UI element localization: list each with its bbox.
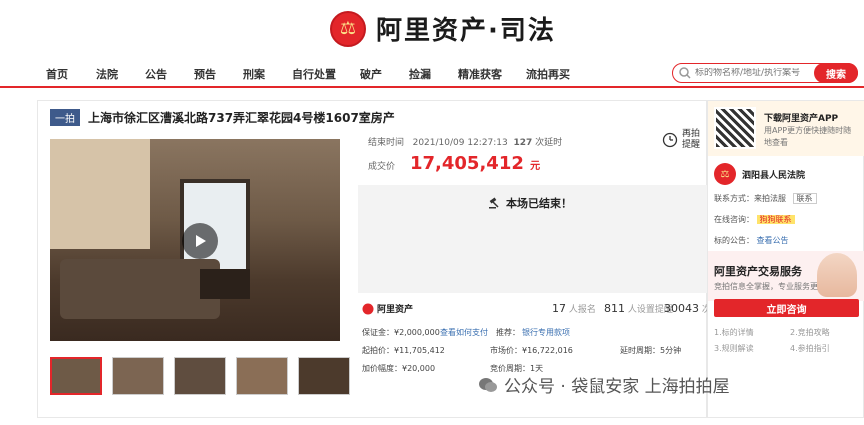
view-notice-link[interactable]: 查看公告 (757, 236, 789, 245)
photo-thumbnails (50, 357, 350, 395)
start-price: 起拍价：¥11,705,412 (362, 346, 445, 355)
relist-remind[interactable]: 再拍提醒 (662, 129, 702, 151)
market-price: 市场价：¥16,722,016 (490, 346, 573, 355)
ended-text: 本场已结束！ (506, 197, 572, 210)
search-input[interactable] (695, 68, 813, 78)
app-title: 下载阿里资产APP (764, 114, 839, 124)
relist-remind-label: 再拍提醒 (682, 129, 701, 150)
guide-link[interactable]: 4.参拍指引 (790, 343, 830, 354)
lot-title: 上海市徐汇区漕溪北路737弄汇翠花园4号楼1607室房产 (88, 111, 395, 125)
nav-item-home[interactable]: 首页 (46, 66, 68, 82)
guide-link[interactable]: 3.规则解读 (714, 343, 754, 354)
nav-item-criminal[interactable]: 刑案 (243, 66, 265, 82)
watermark-text: 公众号 · 袋鼠安家 上海拍拍屋 (504, 377, 730, 397)
app-download: 下载阿里资产APP 用APP更方便快捷随时随地查看 (708, 101, 864, 156)
auction-round-badge: 一拍 (50, 109, 80, 126)
search-button[interactable]: 搜索 (814, 63, 858, 83)
clock-icon (662, 132, 678, 148)
service-subtitle: 竞拍信息全掌握，专业服务更放心 (714, 282, 834, 291)
deal-price: 17,405,412 元 (410, 153, 540, 174)
site-logo[interactable]: ⚖ 阿里资产·司法 (330, 10, 556, 47)
online-consult-row: 在线咨询： 狗狗联系 (714, 214, 795, 225)
chat-button[interactable]: 狗狗联系 (756, 215, 795, 224)
auction-ended-message: 本场已结束！ (488, 195, 572, 211)
thumbnail[interactable] (50, 357, 102, 395)
notice-row: 标的公告： 查看公告 (714, 236, 789, 245)
delay-cycle: 延时周期：5分钟 (620, 346, 682, 355)
nav-item-notice[interactable]: 公告 (145, 66, 167, 82)
wechat-icon (479, 377, 497, 392)
lot-panel: 一拍 上海市徐汇区漕溪北路737弄汇翠花园4号楼1607室房产 结束时间 202… (37, 100, 729, 418)
nav-item-customers[interactable]: 精准获客 (458, 66, 502, 82)
search-icon (679, 67, 691, 79)
ali-asset-logo-icon (362, 303, 374, 314)
lot-title-row: 一拍 上海市徐汇区漕溪北路737弄汇翠花园4号楼1607室房产 (50, 109, 395, 126)
delay-count: 127 (513, 138, 533, 148)
remind-stat: 811 人设置提醒 (604, 302, 673, 315)
consultant-avatar (817, 253, 857, 297)
delay-label: 次延时 (535, 138, 563, 148)
nav-item-preview[interactable]: 预告 (194, 66, 216, 82)
contact-row: 联系方式：来拍法服 联系 (714, 193, 817, 204)
watermark: 公众号 · 袋鼠安家 上海拍拍屋 (478, 372, 730, 397)
nav-item-court[interactable]: 法院 (96, 66, 118, 82)
play-video-icon[interactable] (182, 223, 218, 259)
thumbnail[interactable] (112, 357, 164, 395)
sidebar: 下载阿里资产APP 用APP更方便快捷随时随地查看 ⚖ 泗阳县人民法院 联系方式… (707, 100, 864, 418)
deal-label: 成交价 (368, 162, 396, 172)
court-emblem-icon: ⚖ (714, 163, 736, 185)
service-banner: 阿里资产交易服务 竞拍信息全掌握，专业服务更放心 (708, 251, 864, 301)
brand-mark: 阿里资产 (362, 302, 413, 315)
end-time-value: 2021/10/09 12:27:13 (412, 138, 508, 148)
deal-price-value: 17,405,412 (410, 153, 524, 174)
site-header: ⚖ 阿里资产·司法 (0, 0, 864, 60)
recommend-label: 推荐： (496, 328, 520, 337)
contact-button[interactable]: 联系 (792, 193, 817, 204)
logo-text: 阿里资产·司法 (376, 16, 556, 46)
bid-increment: 加价幅度：¥20,000 (362, 364, 436, 373)
gavel-icon (489, 197, 499, 209)
app-subtitle: 用APP更方便快捷随时随地查看 (764, 126, 852, 147)
auction-ended-panel: 本场已结束！ (358, 185, 708, 293)
nav-item-bargain[interactable]: 捡漏 (409, 66, 431, 82)
service-title: 阿里资产交易服务 (714, 265, 802, 278)
thumbnail[interactable] (236, 357, 288, 395)
bank-payment-link[interactable]: 银行专用款项 (522, 327, 570, 338)
court-info[interactable]: ⚖ 泗阳县人民法院 (714, 163, 805, 185)
nav-item-relist[interactable]: 流拍再买 (526, 66, 570, 82)
nav-item-bankruptcy[interactable]: 破产 (360, 66, 382, 82)
end-time-label: 结束时间 (368, 138, 405, 148)
stats-row: 阿里资产 17 人报名 811 人设置提醒 30043 次围观 (358, 299, 729, 319)
end-time-row: 结束时间 2021/10/09 12:27:13 127 次延时 (368, 135, 562, 148)
search-box: 搜索 (672, 63, 858, 83)
property-photo[interactable] (50, 139, 340, 341)
thumbnail[interactable] (298, 357, 350, 395)
nav-item-self[interactable]: 自行处置 (292, 66, 336, 82)
how-to-pay-link[interactable]: 查看如何支付 (440, 327, 488, 338)
consult-now-button[interactable]: 立即咨询 (714, 299, 859, 317)
enrolled-stat: 17 人报名 (552, 302, 596, 315)
brand-name: 阿里资产 (377, 305, 414, 315)
thumbnail[interactable] (174, 357, 226, 395)
guide-link[interactable]: 2.竞拍攻略 (790, 327, 830, 338)
court-name: 泗阳县人民法院 (742, 170, 806, 181)
guide-link[interactable]: 1.标的详情 (714, 327, 754, 338)
deposit: 保证金：¥2,000,000 (362, 328, 440, 337)
deal-price-unit: 元 (530, 161, 541, 172)
qr-code-icon (714, 107, 756, 149)
court-emblem-icon: ⚖ (330, 10, 366, 47)
